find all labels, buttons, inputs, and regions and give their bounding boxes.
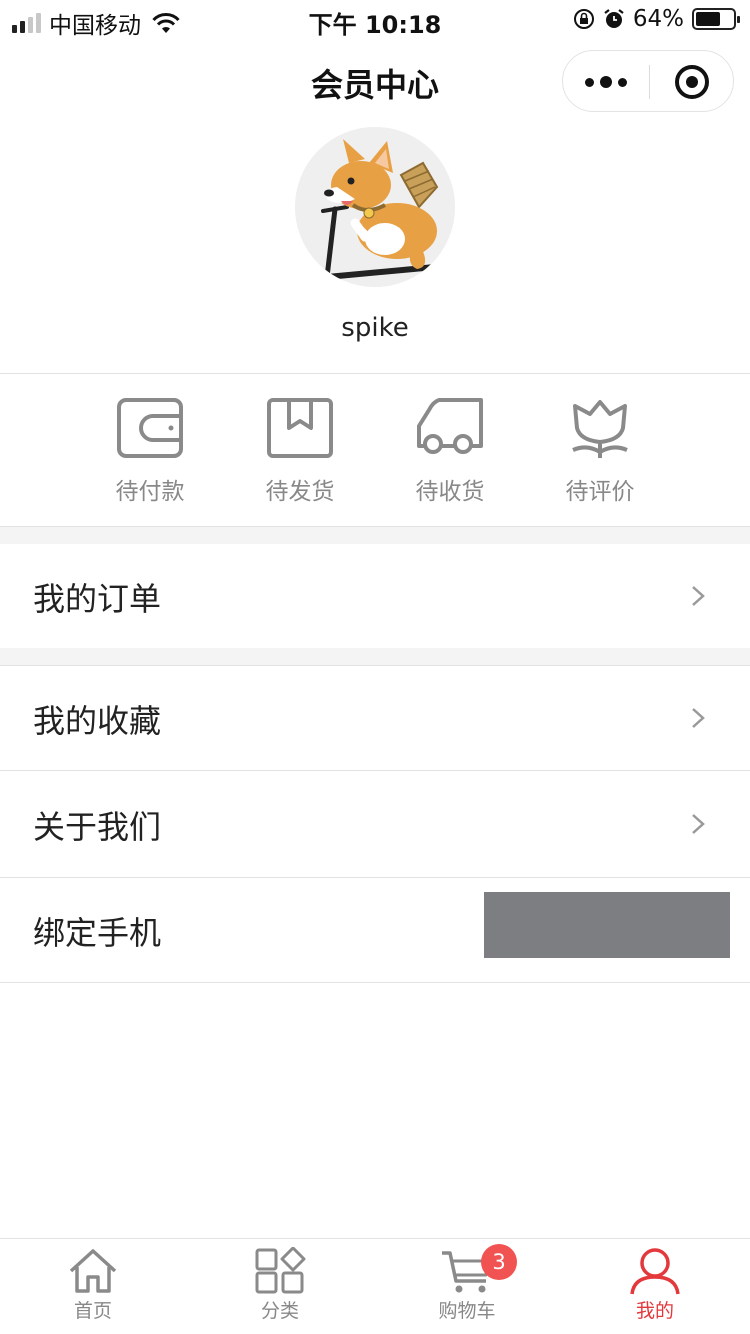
username: spike (341, 313, 409, 343)
more-dots-icon[interactable] (563, 51, 649, 113)
chevron-right-icon (692, 586, 705, 606)
menu-row-label: 绑定手机 (33, 914, 162, 952)
divider (0, 770, 750, 771)
target-close-icon[interactable] (649, 51, 735, 113)
flower-icon (572, 400, 628, 458)
menu-row-label: 关于我们 (33, 808, 162, 846)
rotation-lock-icon (573, 9, 594, 29)
menu-row-bind-phone[interactable]: 绑定手机 (0, 878, 750, 982)
package-icon (267, 398, 333, 458)
battery-icon (692, 8, 740, 30)
order-status-label: 待发货 (265, 479, 335, 505)
section-gap (0, 648, 750, 665)
status-right: 64% (573, 6, 740, 32)
tab-label: 分类 (260, 1300, 299, 1322)
corgi-avatar-icon (295, 127, 455, 287)
tab-home[interactable]: 首页 (33, 1247, 153, 1323)
redacted-phone-block (484, 892, 730, 958)
tab-label: 首页 (73, 1300, 112, 1322)
menu-row-my-orders[interactable]: 我的订单 (0, 544, 750, 648)
divider (0, 982, 750, 983)
order-status-pending-shipment[interactable]: 待发货 (240, 396, 360, 506)
order-status-pending-payment[interactable]: 待付款 (90, 396, 210, 506)
order-status-label: 待评价 (565, 479, 635, 505)
order-status-pending-receipt[interactable]: 待收货 (390, 396, 510, 506)
home-icon (69, 1249, 117, 1293)
member-center-page: 中国移动 下午 10:18 64% 会员中心 spike 待付款 待发货 待收货… (0, 0, 750, 1334)
tab-bar: 首页 分类 3 购物车 我的 (0, 1238, 750, 1334)
tab-label: 购物车 (438, 1300, 496, 1322)
status-bar: 中国移动 下午 10:18 64% (0, 0, 750, 42)
wallet-icon (117, 398, 183, 458)
avatar[interactable] (295, 127, 455, 287)
order-status-bar: 待付款 待发货 待收货 待评价 (0, 374, 750, 526)
alarm-icon (604, 9, 624, 28)
cart-badge: 3 (481, 1244, 517, 1280)
order-status-label: 待付款 (115, 479, 185, 505)
tab-mine[interactable]: 我的 (595, 1247, 715, 1323)
truck-icon (417, 398, 483, 454)
order-status-label: 待收货 (415, 479, 485, 505)
nav-bar: 会员中心 (0, 42, 750, 122)
tab-label: 我的 (635, 1300, 674, 1322)
user-icon (630, 1248, 680, 1295)
section-gap (0, 527, 750, 544)
menu-row-my-favorites[interactable]: 我的收藏 (0, 666, 750, 770)
category-icon (255, 1247, 306, 1294)
tab-cart[interactable]: 3 购物车 (407, 1244, 527, 1323)
menu-row-label: 我的收藏 (33, 702, 162, 740)
mini-program-capsule (562, 50, 734, 112)
chevron-right-icon (692, 814, 705, 834)
battery-percent: 64% (632, 6, 684, 32)
chevron-right-icon (692, 708, 705, 728)
menu-row-about-us[interactable]: 关于我们 (0, 772, 750, 876)
order-status-pending-review[interactable]: 待评价 (540, 396, 660, 506)
menu-row-label: 我的订单 (33, 580, 162, 618)
tab-category[interactable]: 分类 (220, 1247, 340, 1323)
